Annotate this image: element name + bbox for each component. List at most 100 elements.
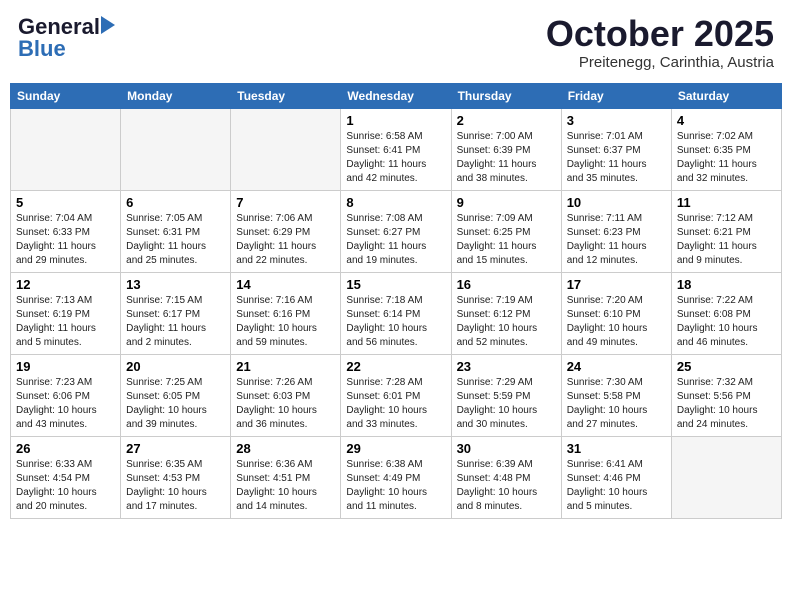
day-number: 7 [236, 195, 335, 210]
calendar-cell: 29Sunrise: 6:38 AM Sunset: 4:49 PM Dayli… [341, 436, 451, 518]
day-number: 15 [346, 277, 445, 292]
day-number: 28 [236, 441, 335, 456]
calendar-cell: 23 Sunrise: 7:29 AM Sunset: 5:59 PM Dayli… [451, 354, 561, 436]
day-number: 24 [567, 359, 666, 374]
calendar-header-sunday: Sunday [11, 83, 121, 108]
day-number: 10 [567, 195, 666, 210]
calendar-cell: 8Sunrise: 7:08 AM Sunset: 6:27 PM Daylig… [341, 190, 451, 272]
calendar-cell: 17 Sunrise: 7:20 AM Sunset: 6:10 PM Dayli… [561, 272, 671, 354]
calendar-cell: 1 Sunrise: 6:58 AM Sunset: 6:41 PM Daylig… [341, 108, 451, 190]
day-info: Sunrise: 7:05 AM Sunset: 6:31 PM Dayligh… [126, 212, 225, 268]
calendar-cell: 31 Sunrise: 6:41 AM Sunset: 4:46 PM Dayli… [561, 436, 671, 518]
day-info: Sunrise: 7:22 AM Sunset: 6:08 PM Dayligh… [677, 294, 776, 350]
calendar-week-3: 12 Sunrise: 7:13 AM Sunset: 6:19 PM Dayli… [11, 272, 782, 354]
calendar-week-5: 26 Sunrise: 6:33 AM Sunset: 4:54 PM Dayli… [11, 436, 782, 518]
day-number: 22 [346, 359, 445, 374]
location-subtitle: Preitenegg, Carinthia, Austria [546, 54, 774, 71]
day-number: 6 [126, 195, 225, 210]
calendar-cell: 21Sunrise: 7:26 AM Sunset: 6:03 PM Dayli… [231, 354, 341, 436]
day-info: Sunrise: 7:23 AM Sunset: 6:06 PM Dayligh… [16, 376, 115, 432]
calendar-cell: 6 Sunrise: 7:05 AM Sunset: 6:31 PM Daylig… [121, 190, 231, 272]
calendar-cell: 7 Sunrise: 7:06 AM Sunset: 6:29 PM Daylig… [231, 190, 341, 272]
calendar-header-saturday: Saturday [671, 83, 781, 108]
calendar-cell: 10 Sunrise: 7:11 AM Sunset: 6:23 PM Dayli… [561, 190, 671, 272]
day-info: Sunrise: 6:58 AM Sunset: 6:41 PM Dayligh… [346, 130, 445, 186]
day-number: 4 [677, 113, 776, 128]
day-info: Sunrise: 7:13 AM Sunset: 6:19 PM Dayligh… [16, 294, 115, 350]
day-number: 3 [567, 113, 666, 128]
day-info: Sunrise: 7:29 AM Sunset: 5:59 PM Dayligh… [457, 376, 556, 432]
day-info: Sunrise: 7:15 AM Sunset: 6:17 PM Dayligh… [126, 294, 225, 350]
day-number: 12 [16, 277, 115, 292]
title-section: October 2025 Preitenegg, Carinthia, Aust… [546, 14, 774, 71]
calendar-cell: 4 Sunrise: 7:02 AM Sunset: 6:35 PM Daylig… [671, 108, 781, 190]
calendar-week-1: 1 Sunrise: 6:58 AM Sunset: 6:41 PM Daylig… [11, 108, 782, 190]
page-header: General Blue October 2025 Preitenegg, Ca… [10, 10, 782, 75]
calendar-header-tuesday: Tuesday [231, 83, 341, 108]
day-info: Sunrise: 6:39 AM Sunset: 4:48 PM Dayligh… [457, 458, 556, 514]
day-info: Sunrise: 6:41 AM Sunset: 4:46 PM Dayligh… [567, 458, 666, 514]
calendar-header-wednesday: Wednesday [341, 83, 451, 108]
day-number: 5 [16, 195, 115, 210]
day-info: Sunrise: 7:18 AM Sunset: 6:14 PM Dayligh… [346, 294, 445, 350]
day-number: 14 [236, 277, 335, 292]
day-info: Sunrise: 7:16 AM Sunset: 6:16 PM Dayligh… [236, 294, 335, 350]
calendar-cell: 24 Sunrise: 7:30 AM Sunset: 5:58 PM Dayli… [561, 354, 671, 436]
calendar-cell: 25Sunrise: 7:32 AM Sunset: 5:56 PM Dayli… [671, 354, 781, 436]
day-number: 26 [16, 441, 115, 456]
calendar-cell: 5 Sunrise: 7:04 AM Sunset: 6:33 PM Daylig… [11, 190, 121, 272]
calendar-cell [11, 108, 121, 190]
day-info: Sunrise: 7:28 AM Sunset: 6:01 PM Dayligh… [346, 376, 445, 432]
day-number: 25 [677, 359, 776, 374]
day-info: Sunrise: 6:33 AM Sunset: 4:54 PM Dayligh… [16, 458, 115, 514]
day-info: Sunrise: 7:25 AM Sunset: 6:05 PM Dayligh… [126, 376, 225, 432]
calendar-cell: 26 Sunrise: 6:33 AM Sunset: 4:54 PM Dayli… [11, 436, 121, 518]
day-number: 23 [457, 359, 556, 374]
day-info: Sunrise: 7:00 AM Sunset: 6:39 PM Dayligh… [457, 130, 556, 186]
day-number: 17 [567, 277, 666, 292]
day-number: 30 [457, 441, 556, 456]
day-info: Sunrise: 7:30 AM Sunset: 5:58 PM Dayligh… [567, 376, 666, 432]
day-number: 8 [346, 195, 445, 210]
day-info: Sunrise: 7:01 AM Sunset: 6:37 PM Dayligh… [567, 130, 666, 186]
day-info: Sunrise: 7:12 AM Sunset: 6:21 PM Dayligh… [677, 212, 776, 268]
calendar-cell: 2Sunrise: 7:00 AM Sunset: 6:39 PM Daylig… [451, 108, 561, 190]
calendar-week-2: 5 Sunrise: 7:04 AM Sunset: 6:33 PM Daylig… [11, 190, 782, 272]
month-title: October 2025 [546, 14, 774, 54]
day-info: Sunrise: 6:35 AM Sunset: 4:53 PM Dayligh… [126, 458, 225, 514]
calendar-cell: 22 Sunrise: 7:28 AM Sunset: 6:01 PM Dayli… [341, 354, 451, 436]
calendar-cell: 14 Sunrise: 7:16 AM Sunset: 6:16 PM Dayli… [231, 272, 341, 354]
calendar-cell [671, 436, 781, 518]
day-info: Sunrise: 7:09 AM Sunset: 6:25 PM Dayligh… [457, 212, 556, 268]
calendar-cell [231, 108, 341, 190]
day-number: 29 [346, 441, 445, 456]
calendar-header-monday: Monday [121, 83, 231, 108]
day-number: 27 [126, 441, 225, 456]
day-number: 11 [677, 195, 776, 210]
day-number: 9 [457, 195, 556, 210]
calendar-cell: 27 Sunrise: 6:35 AM Sunset: 4:53 PM Dayli… [121, 436, 231, 518]
day-info: Sunrise: 7:02 AM Sunset: 6:35 PM Dayligh… [677, 130, 776, 186]
day-number: 19 [16, 359, 115, 374]
day-number: 1 [346, 113, 445, 128]
calendar-table: SundayMondayTuesdayWednesdayThursdayFrid… [10, 83, 782, 519]
day-info: Sunrise: 6:36 AM Sunset: 4:51 PM Dayligh… [236, 458, 335, 514]
day-info: Sunrise: 7:04 AM Sunset: 6:33 PM Dayligh… [16, 212, 115, 268]
day-info: Sunrise: 7:20 AM Sunset: 6:10 PM Dayligh… [567, 294, 666, 350]
day-info: Sunrise: 7:11 AM Sunset: 6:23 PM Dayligh… [567, 212, 666, 268]
logo: General Blue [18, 14, 115, 62]
day-number: 18 [677, 277, 776, 292]
calendar-cell: 18 Sunrise: 7:22 AM Sunset: 6:08 PM Dayli… [671, 272, 781, 354]
calendar-cell: 19 Sunrise: 7:23 AM Sunset: 6:06 PM Dayli… [11, 354, 121, 436]
day-info: Sunrise: 7:06 AM Sunset: 6:29 PM Dayligh… [236, 212, 335, 268]
logo-arrow-icon [101, 16, 115, 34]
calendar-cell: 11 Sunrise: 7:12 AM Sunset: 6:21 PM Dayli… [671, 190, 781, 272]
day-info: Sunrise: 7:19 AM Sunset: 6:12 PM Dayligh… [457, 294, 556, 350]
day-number: 13 [126, 277, 225, 292]
calendar-header-thursday: Thursday [451, 83, 561, 108]
calendar-cell: 30 Sunrise: 6:39 AM Sunset: 4:48 PM Dayli… [451, 436, 561, 518]
calendar-cell: 28 Sunrise: 6:36 AM Sunset: 4:51 PM Dayli… [231, 436, 341, 518]
calendar-cell: 16Sunrise: 7:19 AM Sunset: 6:12 PM Dayli… [451, 272, 561, 354]
day-number: 31 [567, 441, 666, 456]
calendar-cell: 20Sunrise: 7:25 AM Sunset: 6:05 PM Dayli… [121, 354, 231, 436]
